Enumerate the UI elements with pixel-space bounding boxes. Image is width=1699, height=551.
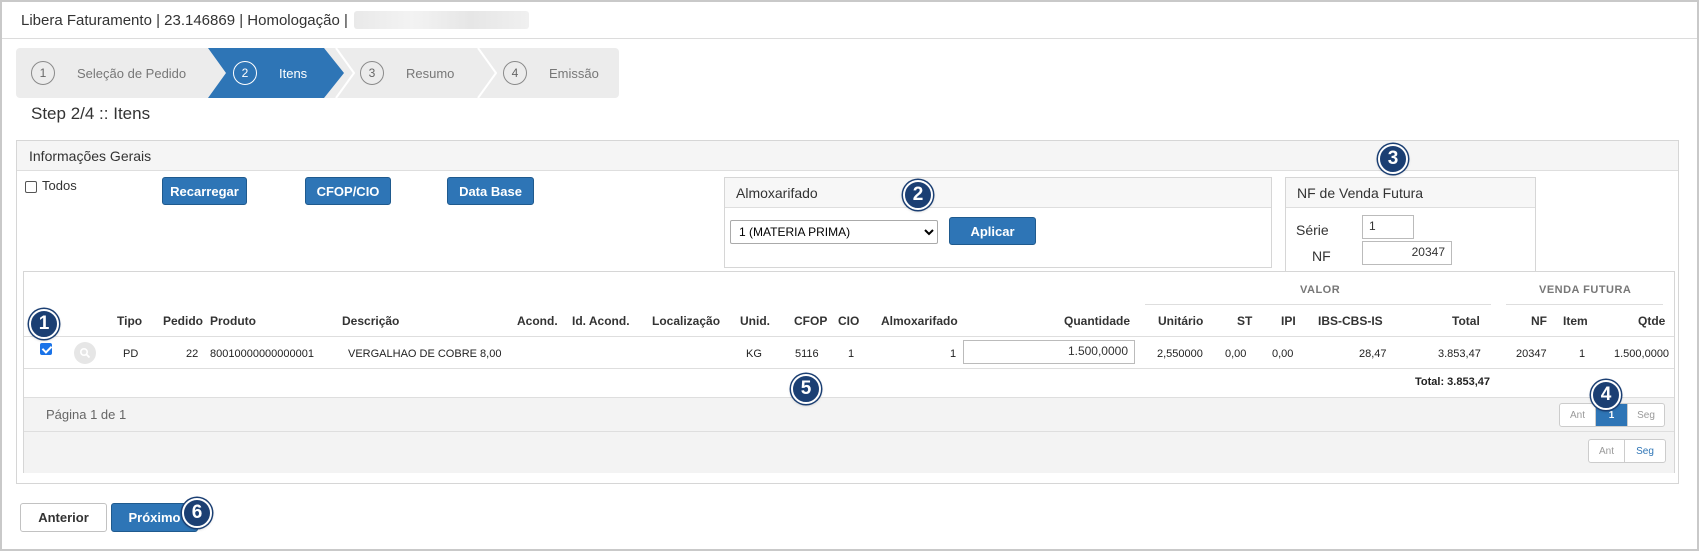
step-number: 3 xyxy=(360,61,384,85)
apply-button[interactable]: Aplicar xyxy=(949,217,1036,245)
col-item[interactable]: Item xyxy=(1563,314,1588,328)
previous-button[interactable]: Anterior xyxy=(20,503,107,532)
col-descricao[interactable]: Descrição xyxy=(342,314,399,328)
venda-futura-group-header: VENDA FUTURA xyxy=(1539,284,1632,296)
valor-group-header: VALOR xyxy=(1300,284,1341,296)
wizard-step-2[interactable]: 2 Itens xyxy=(233,48,307,98)
col-unitario[interactable]: Unitário xyxy=(1158,314,1203,328)
col-ipi[interactable]: IPI xyxy=(1281,314,1296,328)
step-number: 4 xyxy=(503,61,527,85)
step-label: Itens xyxy=(279,65,308,81)
cell-cfop: 5116 xyxy=(795,348,819,360)
serie-input[interactable]: 1 xyxy=(1362,215,1414,239)
step-separator xyxy=(477,48,498,98)
nf-venda-futura-box: NF de Venda Futura Série 1 NF 20347 xyxy=(1285,177,1536,273)
almoxarifado-select[interactable]: 1 (MATERIA PRIMA) xyxy=(730,220,938,244)
page-info: Página 1 de 1 xyxy=(46,407,127,422)
pager-prev[interactable]: Ant xyxy=(1560,404,1596,426)
items-grid: VALOR VENDA FUTURA Tipo Pedido Produto D… xyxy=(23,271,1675,473)
cell-nf: 20347 xyxy=(1516,348,1547,360)
col-quantidade[interactable]: Quantidade xyxy=(1064,314,1130,328)
callout-badge-1: 1 xyxy=(29,309,59,339)
serie-label: Série xyxy=(1296,222,1329,238)
col-produto[interactable]: Produto xyxy=(210,314,256,328)
step-label: Resumo xyxy=(406,65,455,81)
nf-venda-futura-title: NF de Venda Futura xyxy=(1286,178,1535,208)
cell-st: 0,00 xyxy=(1225,348,1247,360)
pager-next[interactable]: Seg xyxy=(1628,404,1664,426)
data-base-button[interactable]: Data Base xyxy=(447,177,534,205)
cfop-cio-button[interactable]: CFOP/CIO xyxy=(305,177,391,205)
nf-label: NF xyxy=(1312,248,1331,264)
col-st[interactable]: ST xyxy=(1237,314,1252,328)
nf-input[interactable]: 20347 xyxy=(1362,241,1452,265)
callout-badge-6: 6 xyxy=(182,498,212,528)
select-all-checkbox[interactable] xyxy=(25,181,37,193)
search-icon xyxy=(79,347,91,359)
step-label: Seleção de Pedido xyxy=(77,65,187,81)
step-label: Emissão xyxy=(549,65,599,81)
col-acond[interactable]: Acond. xyxy=(517,314,558,328)
wizard-step-3[interactable]: 3 Resumo xyxy=(360,48,454,98)
col-total[interactable]: Total xyxy=(1452,314,1480,328)
cell-total: 3.853,47 xyxy=(1438,348,1481,360)
row-checkbox[interactable] xyxy=(40,343,52,355)
callout-badge-5: 5 xyxy=(791,374,821,404)
col-localizacao[interactable]: Localização xyxy=(652,314,720,328)
quantidade-input[interactable]: 1.500,0000 xyxy=(963,340,1135,364)
step-number: 2 xyxy=(233,61,257,85)
cell-produto: 80010000000000001 xyxy=(210,348,315,360)
select-all-label: Todos xyxy=(42,178,77,193)
cell-item: 1 xyxy=(1579,348,1586,360)
cell-ibs-cbs-is: 28,47 xyxy=(1359,348,1387,360)
cell-tipo: PD xyxy=(123,348,139,360)
almoxarifado-box: Almoxarifado 1 (MATERIA PRIMA) Aplicar xyxy=(724,177,1272,268)
group-divider xyxy=(1145,304,1491,305)
step-number: 1 xyxy=(31,61,55,85)
col-cfop[interactable]: CFOP xyxy=(794,314,827,328)
col-tipo[interactable]: Tipo xyxy=(117,314,142,328)
grid-total: Total: 3.853,47 xyxy=(1415,376,1490,388)
cell-descricao: VERGALHAO DE COBRE 8,00 xyxy=(348,348,502,360)
group-divider xyxy=(1506,304,1663,305)
window-title-bar: Libera Faturamento | 23.146869 | Homolog… xyxy=(2,2,1697,39)
pager-bar: Página 1 de 1 Ant 1 Seg xyxy=(24,397,1674,431)
cell-qtde: 1.500,0000 xyxy=(1614,348,1670,360)
col-cio[interactable]: CIO xyxy=(838,314,859,328)
pager-bar-bottom: Ant Seg xyxy=(24,431,1674,473)
step-separator xyxy=(335,48,356,98)
cell-pedido: 22 xyxy=(186,348,199,360)
col-pedido[interactable]: Pedido xyxy=(163,314,203,328)
row-search-button[interactable] xyxy=(74,342,96,364)
reload-button[interactable]: Recarregar xyxy=(162,177,247,205)
col-nf[interactable]: NF xyxy=(1531,314,1547,328)
almoxarifado-title: Almoxarifado xyxy=(725,178,1271,208)
callout-badge-4: 4 xyxy=(1591,380,1621,410)
wizard-step-4[interactable]: 4 Emissão xyxy=(503,48,599,98)
cell-cio: 1 xyxy=(848,348,855,360)
page-title: Step 2/4 :: Itens xyxy=(31,104,151,123)
pager-next[interactable]: Seg xyxy=(1625,440,1665,462)
row-divider xyxy=(24,368,1674,369)
general-info-panel: Informações Gerais Todos Recarregar CFOP… xyxy=(16,140,1679,484)
col-ibs-cbs-is[interactable]: IBS-CBS-IS xyxy=(1318,314,1383,328)
callout-badge-3: 3 xyxy=(1378,144,1408,174)
cell-ipi: 0,00 xyxy=(1272,348,1294,360)
col-qtde[interactable]: Qtde xyxy=(1638,314,1665,328)
cell-almoxarifado: 1 xyxy=(950,348,957,360)
cell-unitario: 2,550000 xyxy=(1157,348,1203,360)
col-id-acond[interactable]: Id. Acond. xyxy=(572,314,630,328)
col-unid[interactable]: Unid. xyxy=(740,314,770,328)
cell-unid: KG xyxy=(746,348,762,360)
window-title: Libera Faturamento | 23.146869 | Homolog… xyxy=(21,11,348,29)
pager-prev[interactable]: Ant xyxy=(1589,440,1625,462)
callout-badge-2: 2 xyxy=(903,180,933,210)
col-almoxarifado[interactable]: Almoxarifado xyxy=(881,314,958,328)
panel-title: Informações Gerais xyxy=(17,141,1678,171)
wizard-step-1[interactable]: 1 Seleção de Pedido xyxy=(31,48,186,98)
header-divider xyxy=(24,336,1674,337)
redacted-user-info xyxy=(353,11,529,29)
wizard-steps: 1 Seleção de Pedido 2 Itens 3 Resumo 4 E… xyxy=(16,48,619,98)
pager-bottom: Ant Seg xyxy=(1588,439,1666,463)
